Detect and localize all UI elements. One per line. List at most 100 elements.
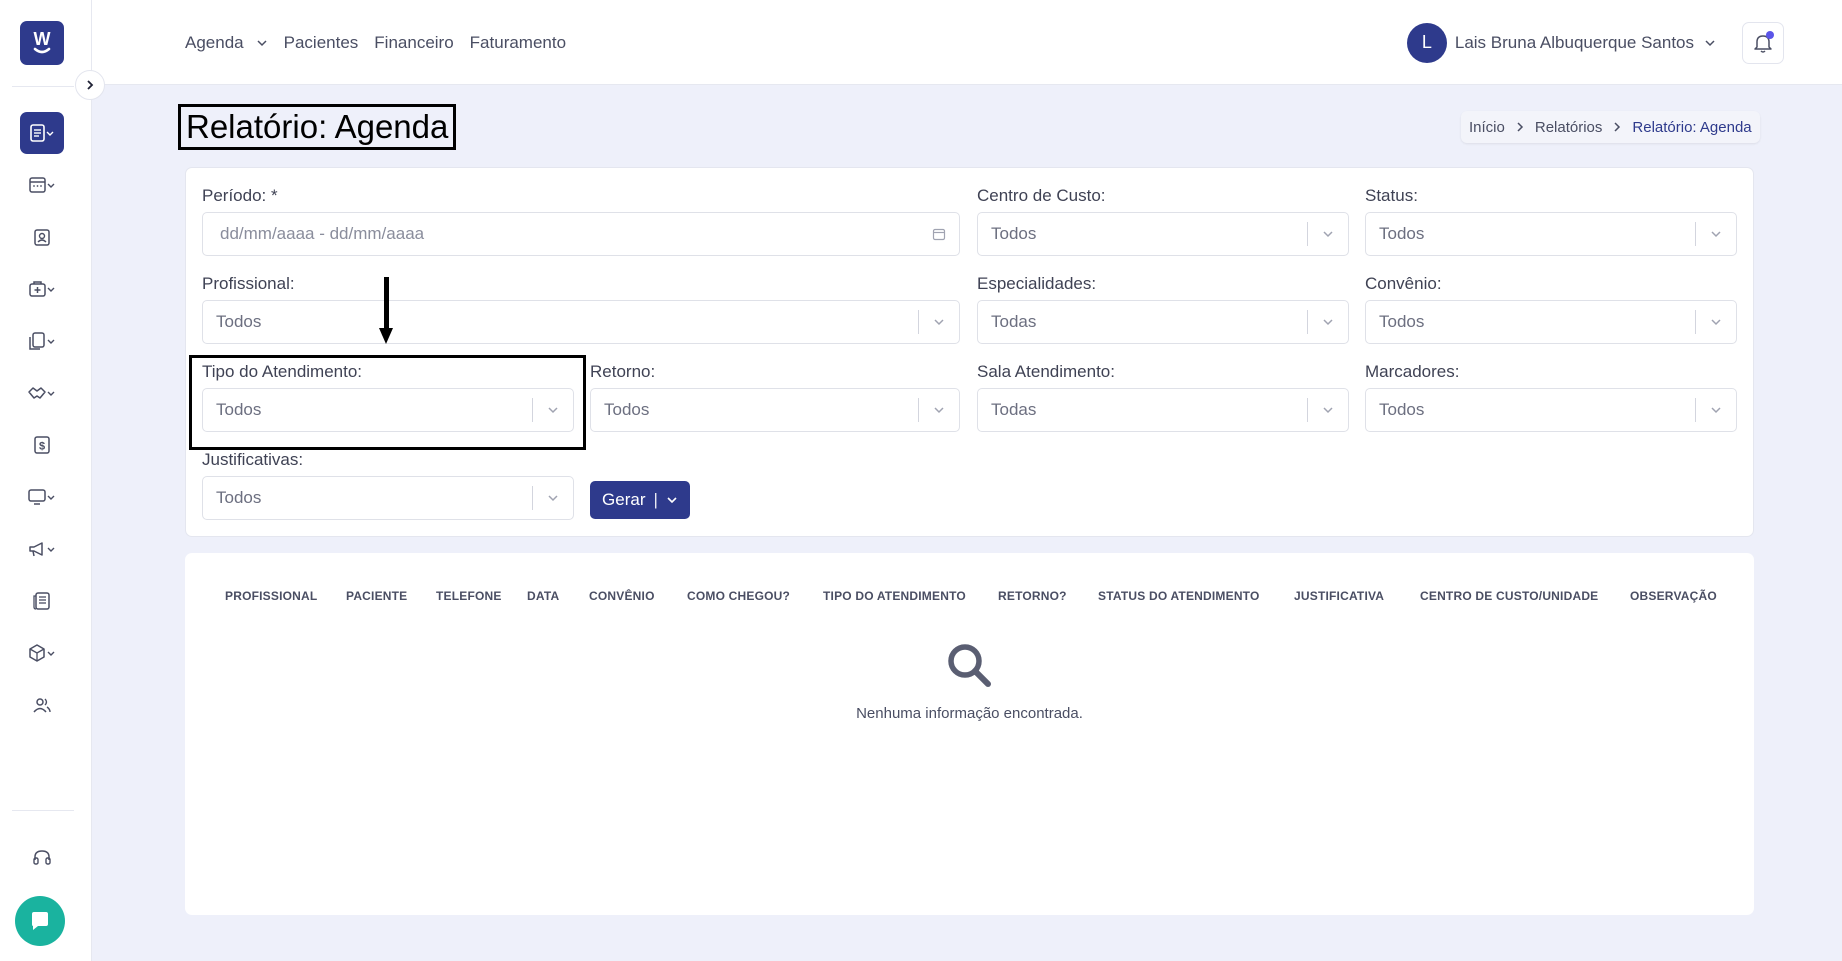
megaphone-icon: [29, 542, 55, 557]
sidebar: W $: [0, 0, 92, 961]
justificativas-value: Todos: [216, 488, 262, 507]
chevron-down-icon: [533, 404, 573, 416]
sala-atendimento-value: Todas: [991, 400, 1037, 419]
dollar-icon: $: [34, 436, 50, 454]
users-icon: [33, 698, 51, 713]
sidebar-item-calendar[interactable]: [20, 164, 64, 206]
chevron-down-icon: [1308, 404, 1348, 416]
chevron-down-icon: [257, 39, 267, 46]
documents-icon: [29, 332, 55, 350]
column-header-centro-custo[interactable]: CENTRO DE CUSTO/UNIDADE: [1420, 589, 1598, 603]
marcadores-select[interactable]: Todos: [1365, 388, 1737, 432]
annotation-arrow-head: [379, 328, 393, 344]
breadcrumb-current: Relatório: Agenda: [1632, 118, 1752, 136]
calendar-icon: [919, 227, 959, 241]
retorno-value: Todos: [604, 400, 650, 419]
profissional-select[interactable]: Todos: [202, 300, 960, 344]
box-icon: [29, 644, 55, 662]
sidebar-item-clinical[interactable]: [20, 268, 64, 310]
logo-icon: W: [34, 29, 51, 54]
sidebar-item-finance[interactable]: $: [20, 424, 64, 466]
column-header-profissional[interactable]: PROFISSIONAL: [225, 589, 317, 603]
main-nav: Agenda Pacientes Financeiro Faturamento: [185, 0, 582, 85]
column-header-observacao[interactable]: OBSERVAÇÃO: [1630, 589, 1717, 603]
chevron-down-icon: [919, 404, 959, 416]
tipo-atendimento-select[interactable]: Todos: [202, 388, 574, 432]
chat-icon: [32, 912, 48, 930]
sidebar-item-partners[interactable]: [20, 372, 64, 414]
convenio-select[interactable]: Todos: [1365, 300, 1737, 344]
column-header-data[interactable]: DATA: [527, 589, 559, 603]
centro-custo-value: Todos: [991, 224, 1037, 243]
column-header-justificativa[interactable]: JUSTIFICATIVA: [1294, 589, 1384, 603]
reports-icon: [30, 124, 54, 142]
chevron-down-icon[interactable]: [1704, 37, 1716, 49]
gerar-button-label: Gerar: [602, 490, 646, 509]
status-label: Status:: [1365, 186, 1418, 205]
nav-financeiro[interactable]: Financeiro: [374, 33, 453, 53]
convenio-value: Todos: [1379, 312, 1425, 331]
notifications-button[interactable]: [1742, 21, 1784, 64]
column-header-tipo-atendimento[interactable]: TIPO DO ATENDIMENTO: [823, 589, 966, 603]
sidebar-item-reports[interactable]: [20, 112, 64, 154]
gerar-button[interactable]: Gerar |: [590, 481, 690, 519]
sidebar-toggle-button[interactable]: [75, 70, 105, 100]
breadcrumb-relatorios[interactable]: Relatórios: [1535, 119, 1603, 136]
button-separator: |: [653, 490, 658, 509]
chevron-down-icon[interactable]: [666, 494, 678, 506]
sala-atendimento-label: Sala Atendimento:: [977, 362, 1115, 381]
monitor-icon: [28, 489, 55, 505]
sidebar-item-users[interactable]: [20, 684, 64, 726]
periodo-date-range-input[interactable]: dd/mm/aaaa - dd/mm/aaaa: [202, 212, 960, 256]
sidebar-item-documents[interactable]: [20, 320, 64, 362]
sidebar-item-news[interactable]: [20, 580, 64, 622]
handshake-icon: [28, 387, 55, 399]
top-header: Agenda Pacientes Financeiro Faturamento …: [92, 0, 1842, 85]
marcadores-value: Todos: [1379, 400, 1425, 419]
sidebar-item-inventory[interactable]: [20, 632, 64, 674]
chevron-down-icon: [1696, 404, 1736, 416]
tipo-atendimento-label: Tipo do Atendimento:: [202, 362, 363, 381]
status-select[interactable]: Todos: [1365, 212, 1737, 256]
chevron-down-icon: [533, 492, 573, 504]
retorno-select[interactable]: Todos: [590, 388, 960, 432]
chat-button[interactable]: [15, 896, 65, 946]
retorno-label: Retorno:: [590, 362, 656, 381]
sidebar-divider: [12, 86, 74, 87]
column-header-convenio[interactable]: CONVÊNIO: [589, 589, 655, 603]
column-header-como-chegou[interactable]: COMO CHEGOU?: [687, 589, 790, 603]
avatar[interactable]: L: [1406, 22, 1447, 63]
results-card: [185, 553, 1754, 915]
column-header-status-atendimento[interactable]: STATUS DO ATENDIMENTO: [1098, 589, 1260, 603]
nav-agenda-dropdown[interactable]: [256, 37, 268, 49]
sidebar-item-monitor[interactable]: [20, 476, 64, 518]
svg-text:W: W: [34, 29, 51, 49]
periodo-placeholder: dd/mm/aaaa - dd/mm/aaaa: [220, 224, 425, 243]
especialidades-select[interactable]: Todas: [977, 300, 1349, 344]
column-header-telefone[interactable]: TELEFONE: [436, 589, 502, 603]
marcadores-label: Marcadores:: [1365, 362, 1460, 381]
column-header-paciente[interactable]: PACIENTE: [346, 589, 407, 603]
sidebar-item-patients[interactable]: [20, 216, 64, 258]
patient-badge-icon: [34, 229, 50, 246]
especialidades-label: Especialidades:: [977, 274, 1097, 293]
nav-pacientes[interactable]: Pacientes: [284, 33, 359, 53]
sidebar-item-support[interactable]: [20, 837, 64, 879]
brand-logo[interactable]: W: [20, 21, 64, 65]
sala-atendimento-select[interactable]: Todas: [977, 388, 1349, 432]
headset-icon: [33, 850, 51, 865]
column-header-retorno[interactable]: RETORNO?: [998, 589, 1067, 603]
sidebar-item-marketing[interactable]: [20, 528, 64, 570]
search-icon: [946, 642, 992, 693]
chevron-down-icon: [919, 316, 959, 328]
nav-faturamento[interactable]: Faturamento: [470, 33, 566, 53]
breadcrumb-inicio[interactable]: Início: [1469, 119, 1505, 136]
justificativas-select[interactable]: Todos: [202, 476, 574, 520]
user-name[interactable]: Lais Bruna Albuquerque Santos: [1455, 33, 1694, 53]
chevron-down-icon: [1696, 228, 1736, 240]
page-title: Relatório: Agenda: [178, 104, 457, 150]
newspaper-icon: [33, 592, 50, 610]
nav-agenda[interactable]: Agenda: [185, 33, 244, 53]
chevron-right-icon: [1612, 122, 1622, 132]
centro-custo-select[interactable]: Todos: [977, 212, 1349, 256]
